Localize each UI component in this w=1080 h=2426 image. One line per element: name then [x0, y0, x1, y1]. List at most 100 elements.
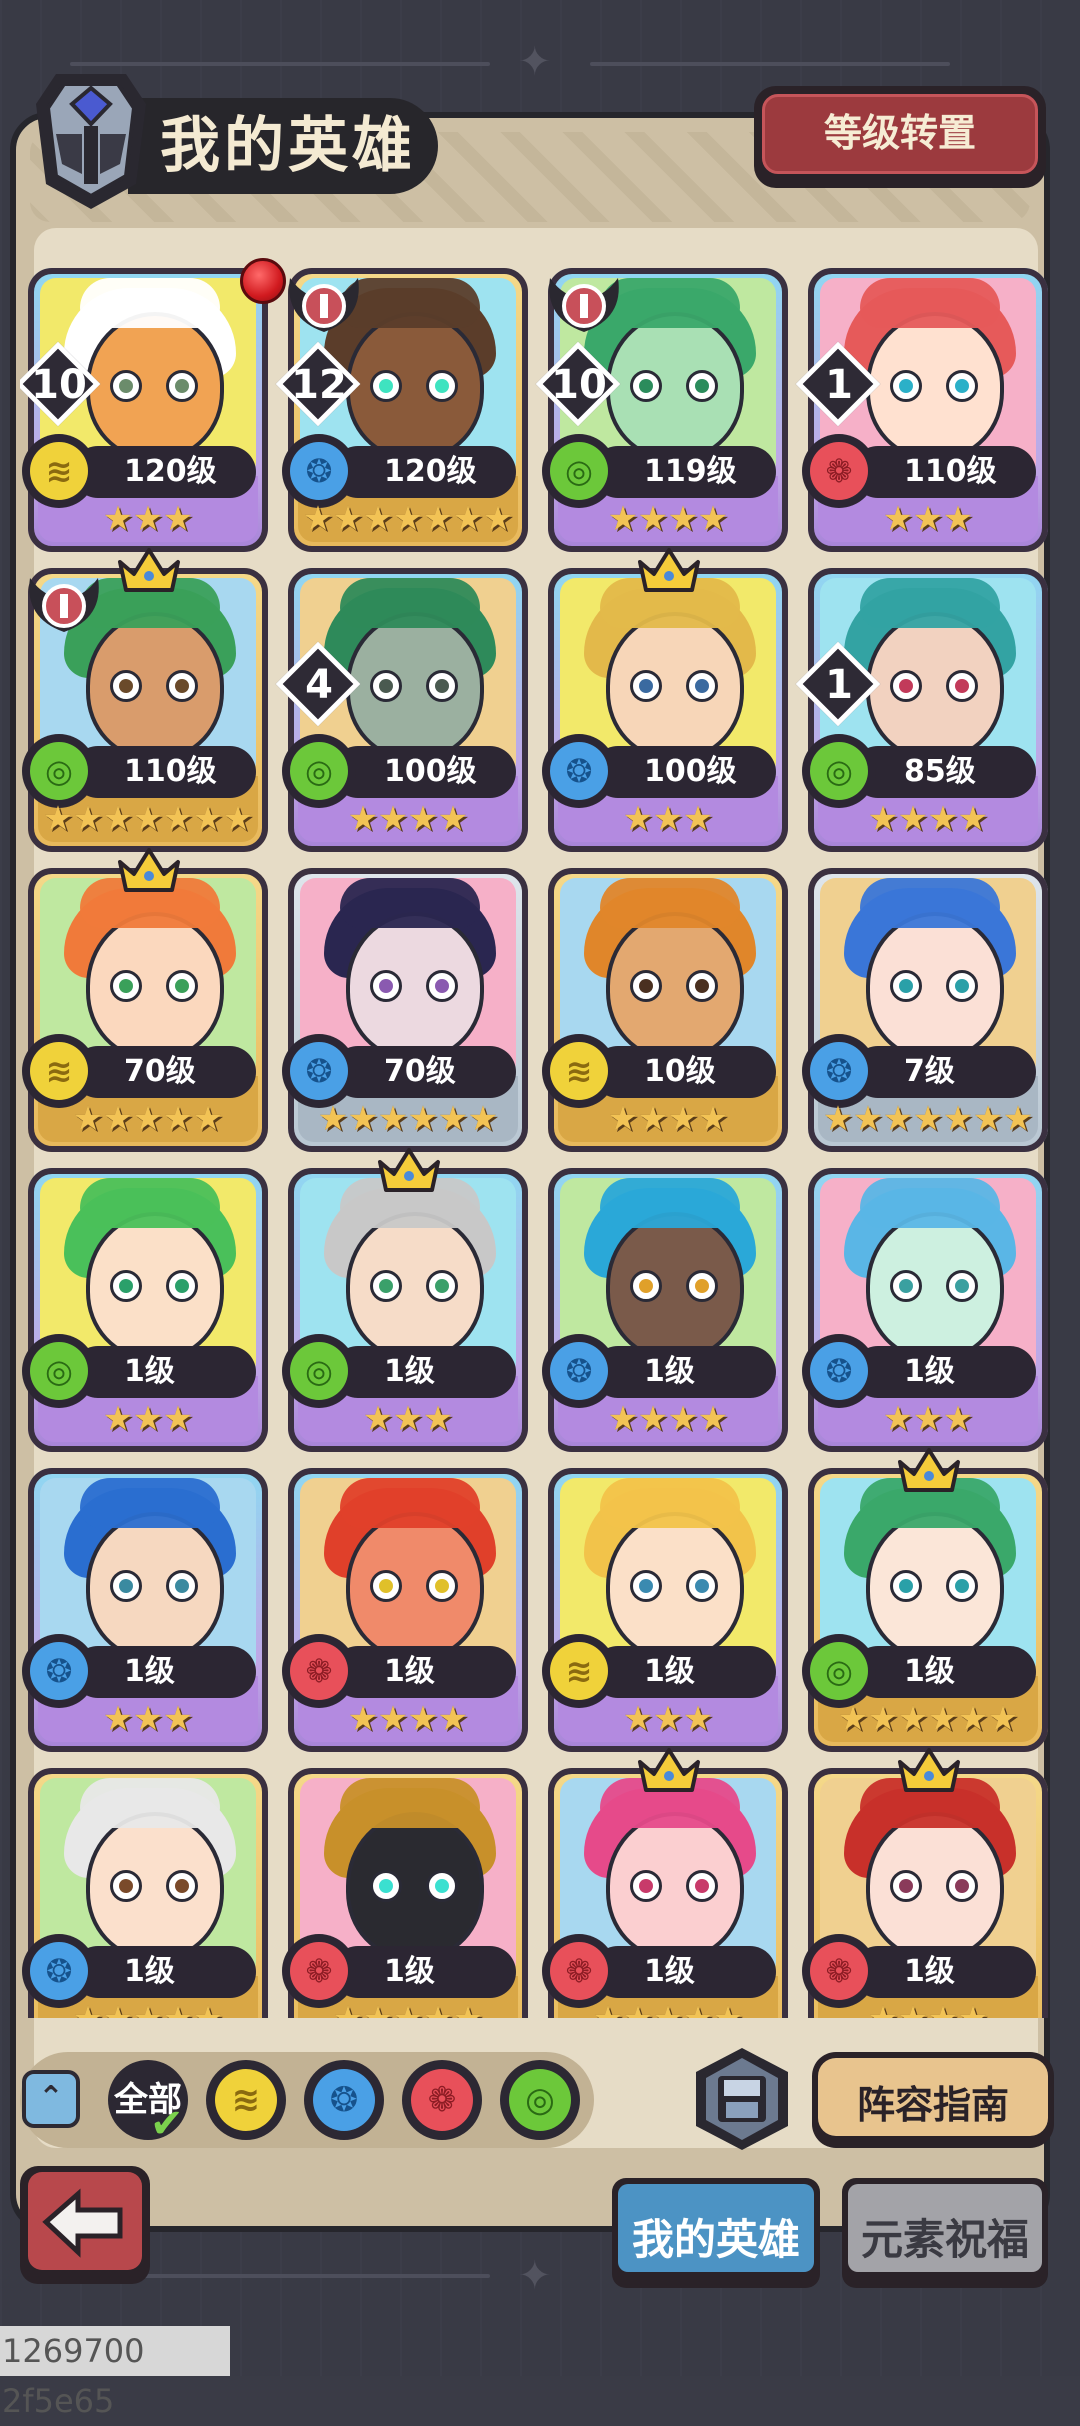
hero-level: 70级 — [124, 1054, 196, 1089]
hero-card[interactable]: 1级 ❂ ★★★★★ — [22, 1768, 268, 2018]
star-icon: ★ — [222, 799, 254, 839]
water-element-icon: ❂ — [542, 1334, 616, 1408]
hero-stars: ★★★★ — [808, 2002, 1048, 2018]
star-icon: ★ — [347, 1699, 379, 1739]
hero-level: 1级 — [644, 1954, 695, 1989]
star-icon: ★ — [867, 1699, 899, 1739]
star-icon: ★ — [622, 799, 654, 839]
crown-icon — [118, 848, 180, 892]
star-icon: ★ — [377, 1099, 409, 1139]
tab-my-heroes[interactable]: 我的英雄 — [612, 2178, 820, 2288]
water-element-icon: ❂ — [802, 1034, 876, 1108]
star-icon: ★ — [652, 1699, 684, 1739]
star-icon: ★ — [377, 799, 409, 839]
hero-card[interactable]: 1级 ❁ ★★★★ — [802, 1748, 1048, 2018]
star-icon: ★ — [942, 1399, 974, 1439]
crown-icon — [898, 1448, 960, 1492]
star-icon: ★ — [422, 499, 454, 539]
filter-water-button[interactable]: ❂ — [304, 2060, 384, 2140]
tab-element-blessing-label: 元素祝福 — [860, 2215, 1029, 2264]
hero-card[interactable]: 120级 ≋ ★★★ 10 — [20, 258, 286, 552]
filter-earth-button[interactable]: ≋ — [206, 2060, 286, 2140]
filter-wind-button[interactable]: ◎ — [500, 2060, 580, 2140]
star-icon: ★ — [882, 1099, 914, 1139]
chevron-up-icon[interactable]: ⌃ — [22, 2070, 80, 2128]
earth-element-icon: ≋ — [231, 2080, 261, 2120]
star-icon: ★ — [956, 2002, 990, 2018]
hero-card[interactable]: 100级 ❂ ★★★ — [542, 548, 788, 852]
star-icon: ★ — [102, 1399, 134, 1439]
hero-stars: ★★★★★ — [28, 2002, 268, 2018]
level-transfer-button[interactable]: 等级转置 — [754, 86, 1046, 188]
star-icon: ★ — [697, 1399, 729, 1439]
star-icon: ★ — [162, 1699, 194, 1739]
hero-level: 1级 — [124, 1354, 175, 1389]
fire-element-icon: ❁ — [802, 434, 876, 508]
star-icon: ★ — [101, 2002, 135, 2018]
star-icon: ★ — [637, 1099, 669, 1139]
star-icon: ★ — [437, 799, 469, 839]
hero-card[interactable]: 110级 ❁ ★★★ 1 — [795, 268, 1048, 552]
hero-card[interactable]: 120级 ❂ ★★★★★★★ 12 — [275, 268, 528, 552]
notification-dot — [240, 258, 286, 304]
wind-element-icon: ◎ — [802, 1634, 876, 1708]
hero-card[interactable]: 1级 ❂ ★★★★ — [542, 1168, 788, 1452]
star-icon: ★ — [407, 1699, 439, 1739]
hero-stars: ★★★★★★ — [808, 1702, 1048, 1742]
water-element-icon: ❂ — [329, 2080, 359, 2120]
tab-element-blessing[interactable]: 元素祝福 — [842, 2178, 1048, 2288]
hero-card[interactable]: 1级 ◎ ★★★ — [282, 1148, 528, 1452]
hero-card[interactable]: 110级 ◎ ★★★★★★★ — [22, 548, 268, 852]
horned-emblem-icon — [549, 278, 619, 332]
hero-level: 120级 — [384, 454, 477, 489]
lineup-guide-label: 阵容指南 — [856, 2083, 1009, 2127]
hero-card[interactable]: 1级 ≋ ★★★ — [542, 1468, 788, 1752]
hero-card[interactable]: 10级 ≋ ★★★★ — [542, 868, 788, 1152]
wind-element-icon: ◎ — [22, 734, 96, 808]
back-arrow-icon[interactable] — [16, 2162, 154, 2290]
hero-stars: ★★★ — [808, 502, 1048, 542]
hero-grid: 120级 ≋ ★★★ 10 120级 ❂ ★★★★★★★ 12 119级 ◎ ★… — [20, 256, 1060, 2018]
hero-card[interactable]: 1级 ❂ ★★★ — [22, 1468, 268, 1752]
horned-emblem-icon — [29, 578, 99, 632]
hero-level: 85级 — [904, 754, 976, 789]
helmet-icon — [36, 74, 146, 209]
rank-badge: 10 — [20, 341, 102, 428]
star-icon: ★ — [71, 2002, 105, 2018]
star-icon: ★ — [377, 1699, 409, 1739]
lineup-guide-button[interactable]: 阵容指南 — [812, 2052, 1054, 2148]
crown-icon — [638, 548, 700, 592]
fire-element-icon: ❁ — [427, 2080, 457, 2120]
star-icon: ★ — [347, 1099, 379, 1139]
star-icon: ★ — [987, 1699, 1019, 1739]
hero-card[interactable]: 1级 ❁ ★★★★★ — [282, 1768, 528, 2018]
hero-card[interactable]: 7级 ❂ ★★★★★★★ — [802, 868, 1048, 1152]
filter-fire-button[interactable]: ❁ — [402, 2060, 482, 2140]
star-icon: ★ — [102, 799, 134, 839]
hero-card[interactable]: 1级 ❁ ★★★★ — [282, 1468, 528, 1752]
hero-card[interactable]: 119级 ◎ ★★★★ 10 — [535, 268, 788, 552]
hero-stars: ★★★★ — [548, 1102, 788, 1142]
hero-card[interactable]: 85级 ◎ ★★★★ 1 — [795, 568, 1048, 852]
hero-card[interactable]: 1级 ❂ ★★★ — [802, 1168, 1048, 1452]
star-icon: ★ — [867, 799, 899, 839]
hero-stars: ★★★★★★ — [288, 1102, 528, 1142]
rank-badge-number: 10 — [31, 362, 87, 408]
hero-level: 70级 — [384, 1054, 456, 1089]
floppy-disk-icon[interactable] — [688, 2044, 796, 2154]
hero-card[interactable]: 100级 ◎ ★★★★ 4 — [275, 568, 528, 852]
hero-card[interactable]: 1级 ◎ ★★★★★★ — [802, 1448, 1048, 1752]
hero-stars: ★★★★★ — [28, 1102, 268, 1142]
star-icon: ★ — [72, 1099, 104, 1139]
hero-card[interactable]: 70级 ❂ ★★★★★★ — [282, 868, 528, 1152]
hero-card[interactable]: 1级 ❁ ★★★★★ — [542, 1748, 788, 2018]
hero-card[interactable]: 1级 ◎ ★★★ — [22, 1168, 268, 1452]
rank-badge: 4 — [275, 641, 362, 728]
earth-element-icon: ≋ — [542, 1034, 616, 1108]
rank-badge: 10 — [535, 341, 622, 428]
star-icon: ★ — [942, 1099, 974, 1139]
hero-card[interactable]: 70级 ≋ ★★★★★ — [22, 848, 268, 1152]
hero-level: 110级 — [904, 454, 997, 489]
hero-stars: ★★★ — [28, 1702, 268, 1742]
star-icon: ★ — [912, 499, 944, 539]
